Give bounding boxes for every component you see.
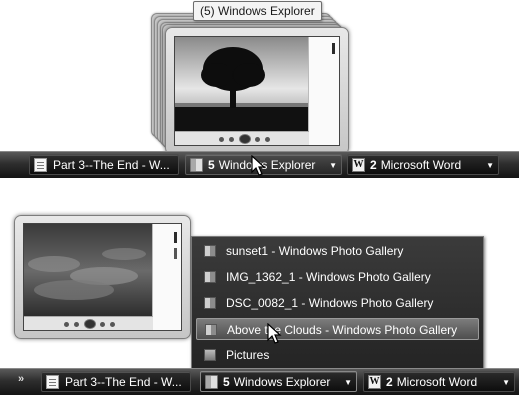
viewer-control-bar [175, 131, 310, 145]
tree-sunset-photo [175, 37, 309, 131]
taskbar-button-label: Part 3--The End - W... [53, 158, 170, 172]
small-thumbnail [173, 248, 177, 259]
viewer-control-bar [24, 316, 153, 330]
jump-list-item[interactable]: DSC_0082_1 - Windows Photo Gallery [196, 292, 479, 314]
control-dot-icon [74, 322, 79, 327]
control-dot-icon [219, 137, 224, 142]
photo-gallery-icon [204, 271, 216, 283]
folder-icon [205, 375, 218, 389]
taskbar-button-microsoft-word[interactable]: W 2 Microsoft Word ▼ [363, 371, 515, 392]
dropdown-arrow-icon[interactable]: ▼ [502, 372, 510, 393]
dropdown-arrow-icon[interactable]: ▼ [329, 155, 337, 176]
jump-list-item-label: sunset1 - Windows Photo Gallery [226, 244, 404, 258]
jump-list-item[interactable]: IMG_1362_1 - Windows Photo Gallery [196, 266, 479, 288]
taskbar-button-microsoft-word[interactable]: W 2 Microsoft Word ▼ [347, 154, 499, 175]
control-dot-icon [265, 137, 270, 142]
photo-gallery-icon [204, 245, 216, 257]
control-dot-icon [100, 322, 105, 327]
taskbar-button-windows-explorer[interactable]: 5 Windows Explorer ▼ [200, 371, 357, 392]
jump-list-item-label: Above the Clouds - Windows Photo Gallery [227, 323, 458, 337]
front-window-thumbnail[interactable] [165, 27, 349, 155]
gallery-window-thumbnail[interactable] [14, 215, 191, 339]
taskbar-button-label: Windows Explorer [218, 158, 316, 172]
jump-list-item-highlighted[interactable]: Above the Clouds - Windows Photo Gallery [196, 318, 479, 340]
jump-list-item-label: IMG_1362_1 - Windows Photo Gallery [226, 270, 431, 284]
jump-list-item[interactable]: sunset1 - Windows Photo Gallery [196, 240, 479, 262]
play-slideshow-icon [84, 319, 96, 329]
window-count: 5 [208, 158, 215, 172]
photo-gallery-icon [204, 297, 216, 309]
taskbar-button-document[interactable]: Part 3--The End - W... [29, 154, 179, 175]
taskbar-button-label: Windows Explorer [233, 375, 331, 389]
pictures-folder-icon [204, 349, 216, 361]
folder-icon [190, 158, 203, 172]
jump-list-item[interactable]: Pictures [196, 344, 479, 366]
clouds-photo [24, 224, 152, 318]
thumbnail-screen [23, 223, 182, 331]
document-icon [46, 375, 59, 389]
overflow-chevron-icon[interactable]: » [18, 373, 24, 385]
photo-gallery-icon [205, 324, 217, 336]
control-dot-icon [64, 322, 69, 327]
taskbar-bottom: » Part 3--The End - W... 5 Windows Explor… [0, 368, 519, 395]
document-icon [34, 158, 47, 172]
dropdown-arrow-icon[interactable]: ▼ [486, 155, 494, 176]
mouse-cursor-icon [251, 155, 266, 176]
jump-list-item-label: DSC_0082_1 - Windows Photo Gallery [226, 296, 434, 310]
control-dot-icon [110, 322, 115, 327]
taskbar-button-label: Part 3--The End - W... [65, 375, 182, 389]
details-pane [308, 37, 339, 145]
play-slideshow-icon [239, 134, 251, 144]
taskbar-button-label: Microsoft Word [380, 158, 462, 172]
small-thumbnail [331, 43, 335, 54]
preview-caption: (5) Windows Explorer [193, 1, 322, 21]
window-count: 5 [223, 375, 230, 389]
jump-list-menu: sunset1 - Windows Photo Gallery IMG_1362… [191, 236, 484, 370]
control-dot-icon [255, 137, 260, 142]
taskbar-button-document[interactable]: Part 3--The End - W... [41, 371, 191, 392]
thumbnail-screen [174, 36, 340, 146]
taskbar-button-label: Microsoft Word [396, 375, 478, 389]
word-icon: W [352, 158, 365, 172]
dropdown-arrow-icon[interactable]: ▼ [344, 372, 352, 393]
jump-list-item-label: Pictures [226, 348, 270, 362]
small-thumbnail [173, 232, 177, 243]
mouse-cursor-icon [267, 323, 282, 344]
control-dot-icon [229, 137, 234, 142]
window-count: 2 [370, 158, 377, 172]
word-icon: W [368, 375, 381, 389]
details-pane [151, 224, 181, 330]
window-count: 2 [386, 375, 393, 389]
